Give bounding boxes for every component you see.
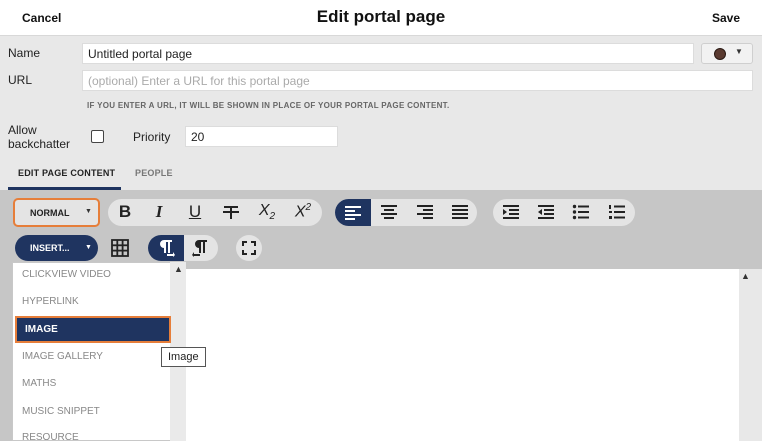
caret-down-icon: ▼ bbox=[735, 47, 743, 56]
menu-item-maths[interactable]: MATHS bbox=[12, 370, 171, 397]
paragraph-style-value: NORMAL bbox=[30, 208, 70, 218]
editor-scroll-up-icon[interactable]: ▲ bbox=[741, 271, 750, 281]
name-label: Name bbox=[8, 46, 41, 60]
bold-icon[interactable]: B bbox=[111, 200, 139, 224]
editor-left-gutter bbox=[0, 269, 12, 441]
insert-dropdown-button[interactable]: INSERT... ▼ bbox=[15, 235, 98, 261]
url-hint: IF YOU ENTER A URL, IT WILL BE SHOWN IN … bbox=[87, 101, 450, 110]
rtl-icon[interactable] bbox=[188, 235, 214, 261]
color-swatch bbox=[714, 48, 726, 60]
menu-item-hyperlink[interactable]: HYPERLINK bbox=[12, 288, 171, 315]
allow-backchatter-label-line1: Allow bbox=[8, 123, 37, 137]
page-title: Edit portal page bbox=[316, 7, 446, 26]
paragraph-style-select[interactable]: NORMAL ▼ bbox=[13, 198, 100, 227]
save-button[interactable]: Save bbox=[712, 11, 740, 25]
menu-item-music-snippet[interactable]: MUSIC SNIPPET bbox=[12, 398, 171, 425]
allow-backchatter-label-line2: backchatter bbox=[8, 137, 71, 151]
ltr-icon[interactable] bbox=[148, 235, 184, 261]
indent-icon[interactable] bbox=[497, 200, 525, 224]
tab-edit-page-content[interactable]: EDIT PAGE CONTENT bbox=[18, 168, 115, 178]
priority-input[interactable] bbox=[185, 126, 338, 147]
caret-down-icon: ▼ bbox=[85, 208, 92, 215]
align-center-icon[interactable] bbox=[375, 200, 403, 224]
strikethrough-icon[interactable] bbox=[217, 200, 245, 224]
tooltip: Image bbox=[161, 347, 206, 367]
table-icon[interactable] bbox=[107, 235, 133, 261]
menu-item-resource[interactable]: RESOURCE bbox=[12, 424, 171, 441]
menu-item-clickview-video[interactable]: CLICKVIEW VIDEO bbox=[12, 261, 171, 288]
url-input[interactable] bbox=[82, 70, 753, 91]
align-left-icon[interactable] bbox=[335, 199, 371, 226]
tab-people[interactable]: PEOPLE bbox=[135, 168, 173, 178]
url-label: URL bbox=[8, 73, 33, 87]
caret-down-icon: ▼ bbox=[85, 244, 92, 251]
subscript-icon[interactable]: X2 bbox=[253, 200, 281, 224]
content-editor[interactable] bbox=[171, 269, 739, 441]
fullscreen-icon[interactable] bbox=[236, 235, 262, 261]
align-justify-icon[interactable] bbox=[446, 200, 474, 224]
outdent-icon[interactable] bbox=[532, 200, 560, 224]
align-right-icon[interactable] bbox=[411, 200, 439, 224]
cancel-button[interactable]: Cancel bbox=[22, 11, 61, 25]
insert-label: INSERT... bbox=[30, 243, 70, 253]
bullet-list-icon[interactable] bbox=[567, 200, 595, 224]
header-bar: Cancel Edit portal page Save bbox=[0, 0, 762, 36]
color-picker-button[interactable]: ▼ bbox=[701, 43, 753, 64]
numbered-list-icon[interactable] bbox=[603, 200, 631, 224]
menu-item-image[interactable]: IMAGE bbox=[15, 316, 171, 343]
allow-backchatter-checkbox[interactable] bbox=[91, 130, 104, 143]
menu-item-image-gallery[interactable]: IMAGE GALLERY bbox=[12, 343, 171, 370]
italic-icon[interactable]: I bbox=[145, 200, 173, 224]
menu-scroll-up-icon[interactable]: ▲ bbox=[174, 264, 183, 274]
underline-icon[interactable]: U bbox=[181, 200, 209, 224]
superscript-icon[interactable]: X2 bbox=[289, 200, 317, 224]
name-input[interactable] bbox=[82, 43, 694, 64]
priority-label: Priority bbox=[133, 130, 171, 144]
